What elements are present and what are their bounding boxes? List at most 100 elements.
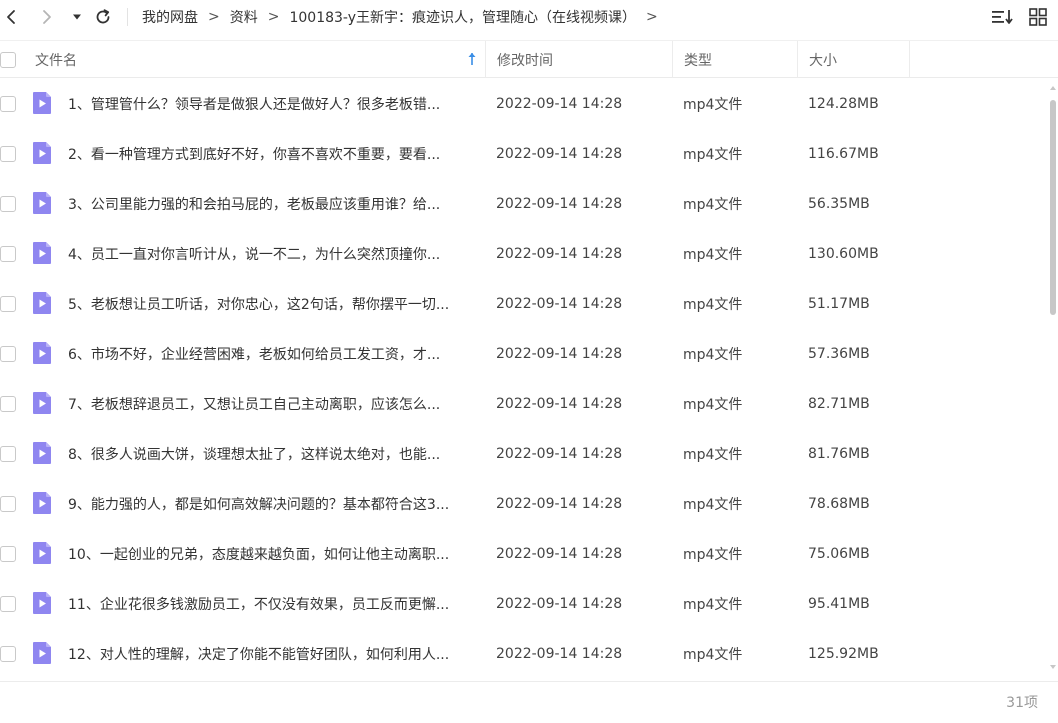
file-name[interactable]: 8、很多人说画大饼，谈理想太扯了，这样说太绝对，也能... [68, 429, 473, 479]
video-file-icon [33, 142, 51, 164]
breadcrumb: 我的网盘 > 资料 > 100183-y王新宇：痕迹识人，管理随心（在线视频课）… [142, 0, 668, 34]
breadcrumb-item-root[interactable]: 我的网盘 [142, 7, 198, 27]
column-header-type[interactable]: 类型 [672, 41, 797, 78]
row-checkbox[interactable] [0, 546, 16, 562]
file-name[interactable]: 11、企业花很多钱激励员工，不仅没有效果，员工反而更懈... [68, 579, 473, 629]
file-size: 56.35MB [808, 196, 870, 212]
table-row[interactable]: 4、员工一直对你言听计从，说一不二，为什么突然顶撞你... 2022-09-14 … [0, 229, 1046, 279]
history-dropdown-button[interactable] [68, 0, 86, 34]
table-row[interactable]: 5、老板想让员工听话，对你忠心，这2句话，帮你摆平一切... 2022-09-14… [0, 279, 1046, 329]
file-size: 125.92MB [808, 646, 879, 662]
column-header-label: 修改时间 [497, 52, 553, 69]
file-name[interactable]: 7、老板想辞退员工，又想让员工自己主动离职，应该怎么... [68, 379, 473, 429]
video-file-icon [33, 92, 51, 114]
table-row[interactable]: 2、看一种管理方式到底好不好，你喜不喜欢不重要，要看... 2022-09-14 … [0, 129, 1046, 179]
breadcrumb-separator: > [267, 9, 280, 25]
scroll-down-arrow-icon[interactable] [1049, 663, 1057, 671]
row-checkbox[interactable] [0, 596, 16, 612]
file-name[interactable]: 1、管理管什么？领导者是做狠人还是做好人？很多老板错... [68, 79, 473, 129]
file-name[interactable]: 2、看一种管理方式到底好不好，你喜不喜欢不重要，要看... [68, 129, 473, 179]
chevron-left-icon [7, 10, 15, 24]
table-row[interactable]: 8、很多人说画大饼，谈理想太扯了，这样说太绝对，也能... 2022-09-14 … [0, 429, 1046, 479]
file-modified-time: 2022-09-14 14:28 [496, 396, 623, 412]
refresh-button[interactable] [92, 0, 114, 34]
column-header-size[interactable]: 大小 [797, 41, 910, 78]
file-modified-time: 2022-09-14 14:28 [496, 96, 623, 112]
table-row[interactable]: 3、公司里能力强的和会拍马屁的，老板最应该重用谁？给... 2022-09-14 … [0, 179, 1046, 229]
file-name[interactable]: 10、一起创业的兄弟，态度越来越负面，如何让他主动离职... [68, 529, 473, 579]
file-name[interactable]: 5、老板想让员工听话，对你忠心，这2句话，帮你摆平一切... [68, 279, 473, 329]
table-row[interactable]: 9、能力强的人，都是如何高效解决问题的？基本都符合这3... 2022-09-14… [0, 479, 1046, 529]
file-size: 82.71MB [808, 396, 870, 412]
file-type: mp4文件 [683, 297, 743, 313]
file-size: 116.67MB [808, 146, 879, 162]
row-checkbox[interactable] [0, 296, 16, 312]
breadcrumb-separator[interactable]: > [646, 9, 658, 25]
row-checkbox[interactable] [0, 96, 16, 112]
back-button[interactable] [0, 0, 22, 34]
scrollbar-thumb[interactable] [1050, 100, 1056, 315]
file-type: mp4文件 [683, 647, 743, 663]
file-type: mp4文件 [683, 497, 743, 513]
breadcrumb-item-folder[interactable]: 资料 [230, 7, 258, 27]
grid-view-icon [1029, 8, 1047, 26]
file-type: mp4文件 [683, 97, 743, 113]
file-size: 78.68MB [808, 496, 870, 512]
file-type: mp4文件 [683, 347, 743, 363]
row-checkbox[interactable] [0, 146, 16, 162]
row-checkbox[interactable] [0, 496, 16, 512]
table-row[interactable]: 6、市场不好，企业经营困难，老板如何给员工发工资，才... 2022-09-14 … [0, 329, 1046, 379]
video-file-icon [33, 542, 51, 564]
file-modified-time: 2022-09-14 14:28 [496, 646, 623, 662]
file-modified-time: 2022-09-14 14:28 [496, 446, 623, 462]
row-checkbox[interactable] [0, 396, 16, 412]
breadcrumb-item-current[interactable]: 100183-y王新宇：痕迹识人，管理随心（在线视频课） [289, 7, 636, 27]
sort-list-icon [992, 10, 1013, 24]
file-modified-time: 2022-09-14 14:28 [496, 596, 623, 612]
file-name[interactable]: 9、能力强的人，都是如何高效解决问题的？基本都符合这3... [68, 479, 473, 529]
file-name[interactable]: 3、公司里能力强的和会拍马屁的，老板最应该重用谁？给... [68, 179, 473, 229]
row-checkbox[interactable] [0, 446, 16, 462]
file-name[interactable]: 6、市场不好，企业经营困难，老板如何给员工发工资，才... [68, 329, 473, 379]
caret-down-icon [73, 14, 81, 20]
sort-ascending-icon [468, 53, 476, 65]
sort-button[interactable] [990, 7, 1014, 27]
file-modified-time: 2022-09-14 14:28 [496, 546, 623, 562]
table-row[interactable]: 10、一起创业的兄弟，态度越来越负面，如何让他主动离职... 2022-09-14… [0, 529, 1046, 579]
file-list: 1、管理管什么？领导者是做狠人还是做好人？很多老板错... 2022-09-14 … [0, 79, 1046, 680]
file-type: mp4文件 [683, 247, 743, 263]
toolbar: 我的网盘 > 资料 > 100183-y王新宇：痕迹识人，管理随心（在线视频课）… [0, 0, 1058, 34]
column-header-name[interactable]: 文件名 [24, 41, 485, 78]
file-manager: 我的网盘 > 资料 > 100183-y王新宇：痕迹识人，管理随心（在线视频课）… [0, 0, 1058, 723]
column-header-label: 类型 [684, 52, 712, 69]
grid-view-button[interactable] [1028, 7, 1050, 27]
table-row[interactable]: 1、管理管什么？领导者是做狠人还是做好人？很多老板错... 2022-09-14 … [0, 79, 1046, 129]
file-type: mp4文件 [683, 147, 743, 163]
item-count: 31项 [1006, 695, 1038, 711]
column-header-label: 大小 [809, 52, 837, 69]
file-modified-time: 2022-09-14 14:28 [496, 346, 623, 362]
video-file-icon [33, 642, 51, 664]
video-file-icon [33, 492, 51, 514]
table-row[interactable]: 11、企业花很多钱激励员工，不仅没有效果，员工反而更懈... 2022-09-14… [0, 579, 1046, 629]
row-checkbox[interactable] [0, 646, 16, 662]
row-checkbox[interactable] [0, 196, 16, 212]
file-size: 75.06MB [808, 546, 870, 562]
table-row[interactable]: 7、老板想辞退员工，又想让员工自己主动离职，应该怎么... 2022-09-14 … [0, 379, 1046, 429]
forward-button[interactable] [36, 0, 58, 34]
row-checkbox[interactable] [0, 246, 16, 262]
refresh-icon [96, 9, 110, 24]
column-header-modified[interactable]: 修改时间 [485, 41, 672, 78]
table-row[interactable]: 12、对人性的理解，决定了你能不能管好团队，如何利用人... 2022-09-14… [0, 629, 1046, 679]
file-size: 57.36MB [808, 346, 870, 362]
select-all-checkbox[interactable] [0, 52, 16, 68]
chevron-right-icon [43, 10, 51, 24]
file-name[interactable]: 4、员工一直对你言听计从，说一不二，为什么突然顶撞你... [68, 229, 473, 279]
file-modified-time: 2022-09-14 14:28 [496, 296, 623, 312]
video-file-icon [33, 442, 51, 464]
file-name[interactable]: 12、对人性的理解，决定了你能不能管好团队，如何利用人... [68, 629, 473, 679]
video-file-icon [33, 342, 51, 364]
video-file-icon [33, 392, 51, 414]
row-checkbox[interactable] [0, 346, 16, 362]
scroll-up-arrow-icon[interactable] [1049, 84, 1057, 92]
